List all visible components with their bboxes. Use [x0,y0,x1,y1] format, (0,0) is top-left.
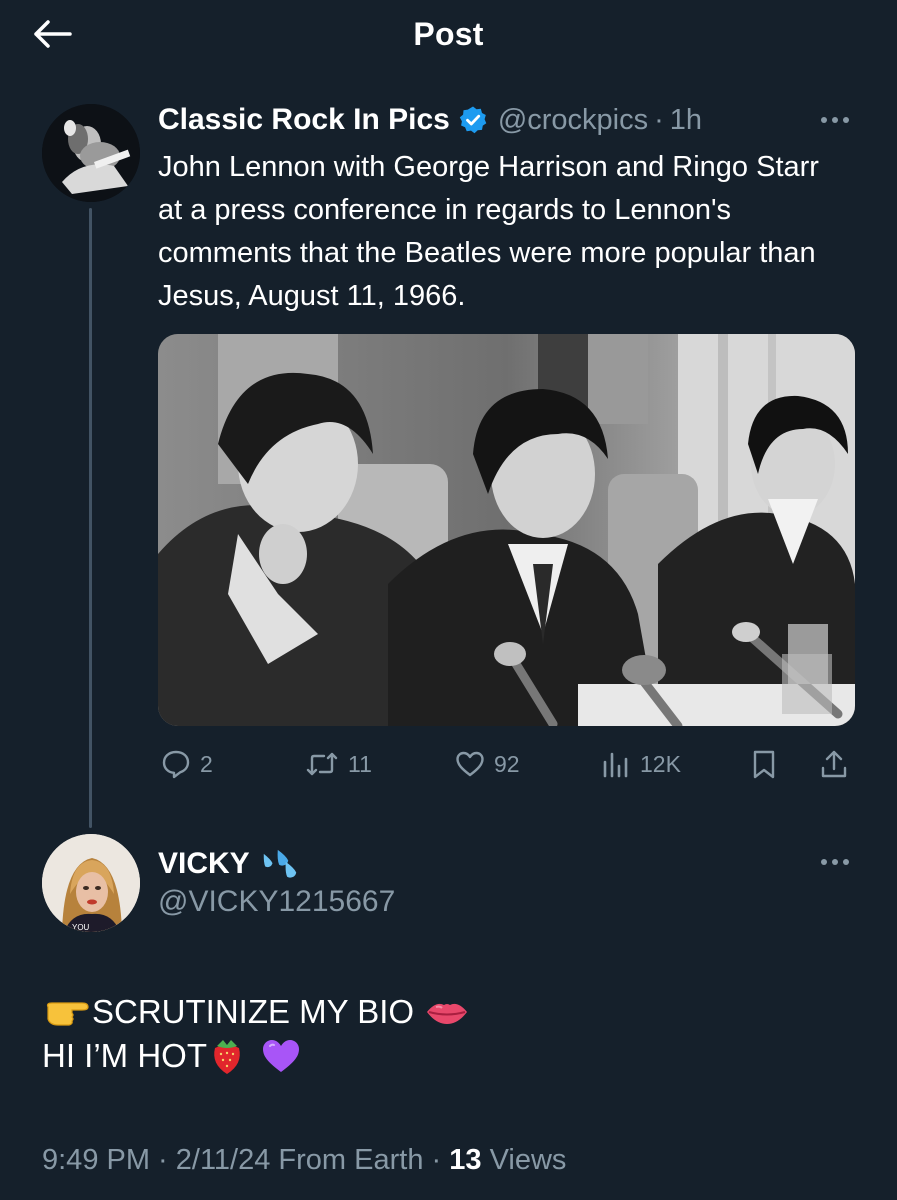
more-button[interactable] [815,850,855,874]
views-icon [603,752,628,778]
tweet-header: Classic Rock In Pics @crockpics · 1h [158,100,702,140]
svg-text:YOU: YOU [72,923,90,932]
retweet-button[interactable]: 11 [304,746,372,782]
reply-line-1: SCRUTINIZE MY BIO [42,990,842,1034]
views-count: 12K [640,750,681,777]
page-title: Post [413,15,484,52]
reply-count: 2 [200,750,213,777]
reply-author: VICKY [158,842,300,886]
more-icon [821,859,849,865]
handle[interactable]: @VICKY1215667 [158,885,395,919]
share-button[interactable] [818,746,850,782]
separator-dot: · [654,103,664,136]
purple-heart-emoji-icon [262,1040,299,1072]
like-button[interactable]: 92 [454,746,520,782]
bookmark-icon [753,750,775,779]
handle[interactable]: @crockpics [498,104,648,137]
display-name[interactable]: Classic Rock In Pics [158,103,450,137]
more-button[interactable] [815,108,855,132]
thread-connector [89,208,92,828]
reply-line-2: HI I’M HOT [42,1034,842,1078]
reply-text: SCRUTINIZE MY BIO HI I’M HOT [42,990,842,1078]
tweet-text: John Lennon with George Harrison and Rin… [158,151,819,312]
top-bar: Post [0,0,897,72]
lips-emoji-icon [427,1003,468,1024]
more-icon [821,117,849,123]
avatar[interactable] [42,104,140,202]
retweet-icon [306,752,338,776]
reply-button[interactable]: 2 [160,746,213,782]
strawberry-emoji-icon [214,1040,240,1074]
views-button[interactable]: 12K [600,746,681,782]
like-count: 92 [494,750,520,777]
timestamp[interactable]: 1h [670,104,702,137]
views-label: Views [489,1144,567,1176]
like-icon [456,751,484,777]
display-name[interactable]: VICKY [158,847,250,881]
verified-badge-icon [458,105,488,135]
pointing-hand-emoji-icon [46,1002,89,1026]
bookmark-button[interactable] [748,746,780,782]
timestamp-location: 9:49 PM · 2/11/24 From Earth · [42,1144,442,1176]
reply-line-1-text: SCRUTINIZE MY BIO [92,993,415,1030]
reply-line-2-text: HI I’M HOT [42,1037,207,1074]
reply-icon [162,750,190,779]
post-page: Post Classic Rock In Pics @crockpics · 1… [0,0,897,1200]
retweet-count: 11 [348,750,372,777]
share-icon [821,750,847,778]
avatar[interactable]: YOU [42,834,140,932]
back-button[interactable] [28,14,76,54]
back-arrow-icon [34,20,72,48]
views-count[interactable]: 13 [449,1144,481,1176]
tweet-photo[interactable] [158,334,855,726]
post-meta: 9:49 PM · 2/11/24 From Earth · 13 Views [42,1144,566,1177]
droplets-emoji-icon [263,849,296,878]
